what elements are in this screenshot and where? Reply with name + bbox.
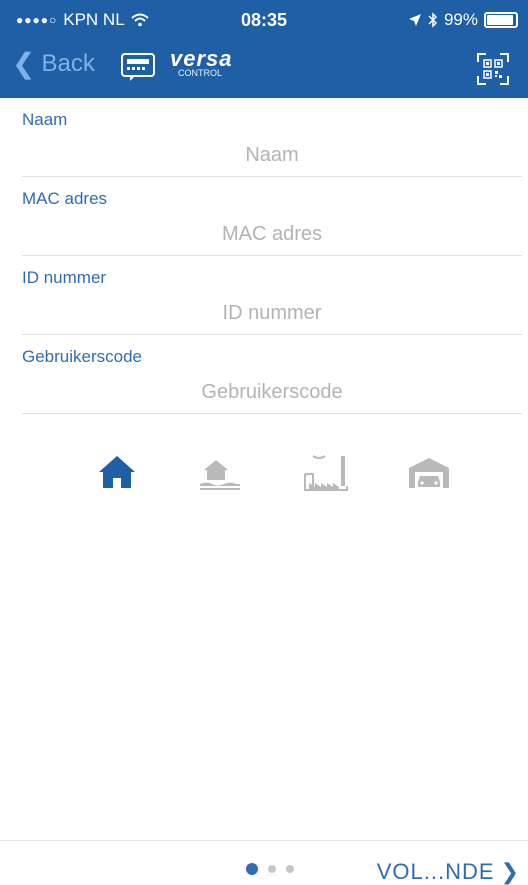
- chevron-right-icon: ❯: [500, 859, 520, 884]
- location-type-garage[interactable]: [401, 450, 457, 498]
- location-type-waterfront[interactable]: [192, 450, 248, 498]
- id-field-row: ID nummer: [22, 256, 522, 335]
- location-arrow-icon: [408, 14, 421, 26]
- qr-scan-icon[interactable]: [476, 52, 510, 86]
- chevron-left-icon: ❮: [12, 48, 36, 79]
- back-button[interactable]: ❮ Back: [12, 50, 95, 78]
- mac-field-row: MAC adres: [22, 177, 522, 256]
- bottom-bar: VOL...NDE ❯: [0, 840, 528, 885]
- status-bar: ●●●●○ KPN NL 08:35 99%: [0, 0, 528, 40]
- keypad-device-icon[interactable]: [120, 52, 156, 82]
- status-right: 99%: [408, 10, 518, 30]
- location-type-house[interactable]: [89, 450, 145, 498]
- house-icon: [99, 456, 135, 488]
- factory-icon: [304, 455, 348, 491]
- page-dot-3: [286, 865, 294, 873]
- id-label: ID nummer: [22, 268, 107, 287]
- device-form: Naam MAC adres ID nummer Gebruikerscode: [22, 98, 522, 414]
- nav-bar: ❮ Back versa CONTROL: [0, 40, 528, 98]
- usercode-input[interactable]: [22, 379, 522, 405]
- id-input[interactable]: [22, 300, 522, 326]
- bluetooth-icon: [428, 12, 438, 28]
- usercode-label: Gebruikerscode: [22, 347, 143, 366]
- name-input[interactable]: [22, 142, 522, 168]
- usercode-field-row: Gebruikerscode: [22, 335, 522, 414]
- back-label: Back: [41, 50, 95, 77]
- location-type-factory[interactable]: [299, 450, 355, 498]
- battery-percent: 99%: [443, 10, 478, 29]
- location-type-selector: [0, 450, 528, 506]
- top-bar: ●●●●○ KPN NL 08:35 99% ❮ Back versa CONT…: [0, 0, 528, 98]
- page-dot-1: [246, 863, 258, 875]
- name-label: Naam: [22, 110, 68, 129]
- house-water-icon: [200, 460, 240, 490]
- next-label: VOL...NDE: [376, 859, 495, 884]
- name-field-row: Naam: [22, 98, 522, 177]
- battery-icon: [484, 12, 518, 28]
- garage-icon: [409, 458, 449, 488]
- next-button[interactable]: VOL...NDE ❯: [377, 859, 520, 885]
- page-indicator: [246, 863, 294, 875]
- mac-input[interactable]: [22, 221, 522, 247]
- page-dot-2: [268, 865, 276, 873]
- logo-sub: CONTROL: [178, 68, 223, 78]
- mac-label: MAC adres: [22, 189, 108, 208]
- versa-control-logo: versa CONTROL: [170, 46, 234, 86]
